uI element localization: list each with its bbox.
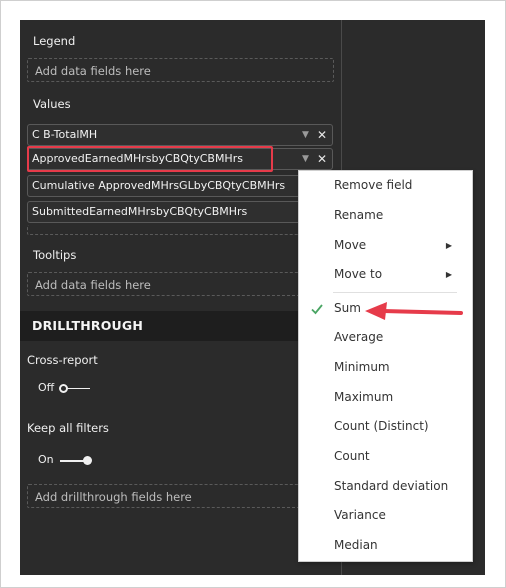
- checkmark-icon: [311, 304, 323, 315]
- keep-all-filters-label: Keep all filters: [27, 421, 109, 435]
- close-icon[interactable]: ✕: [317, 149, 327, 169]
- drillthrough-title: DRILLTHROUGH: [32, 318, 144, 333]
- menu-item-label: Variance: [334, 508, 386, 522]
- values-heading: Values: [33, 97, 71, 111]
- caret-right-icon: ▶: [445, 270, 452, 279]
- menu-item-count[interactable]: Count: [299, 442, 472, 471]
- caret-right-icon: ▶: [445, 241, 452, 250]
- drillthrough-drop-zone[interactable]: Add drillthrough fields here: [27, 484, 334, 508]
- drillthrough-section-header[interactable]: DRILLTHROUGH: [20, 311, 341, 341]
- menu-item-label: Minimum: [334, 360, 390, 374]
- toggle-knob: [59, 384, 68, 393]
- menu-item-move-to[interactable]: Move to ▶: [299, 260, 472, 289]
- menu-item-variance[interactable]: Variance: [299, 501, 472, 530]
- close-icon[interactable]: ✕: [317, 125, 327, 145]
- menu-item-maximum[interactable]: Maximum: [299, 383, 472, 412]
- menu-item-label: Maximum: [334, 390, 394, 404]
- values-drop-zone[interactable]: [27, 225, 334, 235]
- menu-item-label: Rename: [334, 208, 384, 222]
- legend-drop-zone[interactable]: Add data fields here: [27, 58, 334, 82]
- menu-item-standard-deviation[interactable]: Standard deviation: [299, 472, 472, 501]
- value-field-label: SubmittedEarnedMHrsbyCBQtyCBMHrs: [32, 205, 248, 218]
- cross-report-label: Cross-report: [27, 353, 98, 367]
- menu-item-remove-field[interactable]: Remove field: [299, 171, 472, 200]
- menu-item-average[interactable]: Average: [299, 323, 472, 352]
- value-field-item[interactable]: SubmittedEarnedMHrsbyCBQtyCBMHrs: [27, 201, 333, 223]
- cross-report-toggle[interactable]: Off: [38, 381, 98, 397]
- legend-heading: Legend: [33, 34, 76, 48]
- value-field-label: Cumulative ApprovedMHrsGLbyCBQtyCBMHrs: [32, 179, 286, 192]
- menu-item-label: Count (Distinct): [334, 419, 429, 433]
- field-context-menu: Remove field Rename Move ▶ Move to ▶ Sum…: [298, 170, 473, 562]
- menu-item-move[interactable]: Move ▶: [299, 231, 472, 260]
- value-field-label: C B-TotalMH: [32, 128, 98, 141]
- menu-item-label: Standard deviation: [334, 479, 449, 493]
- menu-item-label: Move: [334, 238, 367, 252]
- menu-item-label: Count: [334, 449, 370, 463]
- menu-item-label: Median: [334, 538, 378, 552]
- toggle-track: [60, 460, 84, 462]
- annotation-highlight-box: [27, 146, 273, 172]
- value-field-item[interactable]: C B-TotalMH ▼ ✕: [27, 124, 333, 146]
- menu-item-label: Average: [334, 330, 384, 344]
- cross-report-state: Off: [38, 381, 55, 394]
- menu-item-label: Remove field: [334, 178, 413, 192]
- menu-item-label: Move to: [334, 267, 383, 281]
- menu-item-median[interactable]: Median: [299, 531, 472, 560]
- menu-separator: [333, 292, 457, 293]
- chevron-down-icon[interactable]: ▼: [302, 125, 309, 145]
- chevron-down-icon[interactable]: ▼: [302, 149, 309, 169]
- red-arrow-icon: [365, 302, 463, 320]
- toggle-knob: [83, 456, 92, 465]
- keep-all-filters-toggle[interactable]: On: [38, 453, 98, 469]
- menu-item-minimum[interactable]: Minimum: [299, 353, 472, 382]
- menu-item-label: Sum: [334, 301, 361, 315]
- menu-item-rename[interactable]: Rename: [299, 201, 472, 230]
- value-field-item[interactable]: Cumulative ApprovedMHrsGLbyCBQtyCBMHrs: [27, 175, 333, 197]
- toggle-track: [68, 388, 90, 389]
- keep-all-filters-state: On: [38, 453, 54, 466]
- tooltips-drop-zone[interactable]: Add data fields here: [27, 272, 334, 296]
- tooltips-heading: Tooltips: [33, 248, 77, 262]
- menu-item-count-distinct[interactable]: Count (Distinct): [299, 412, 472, 441]
